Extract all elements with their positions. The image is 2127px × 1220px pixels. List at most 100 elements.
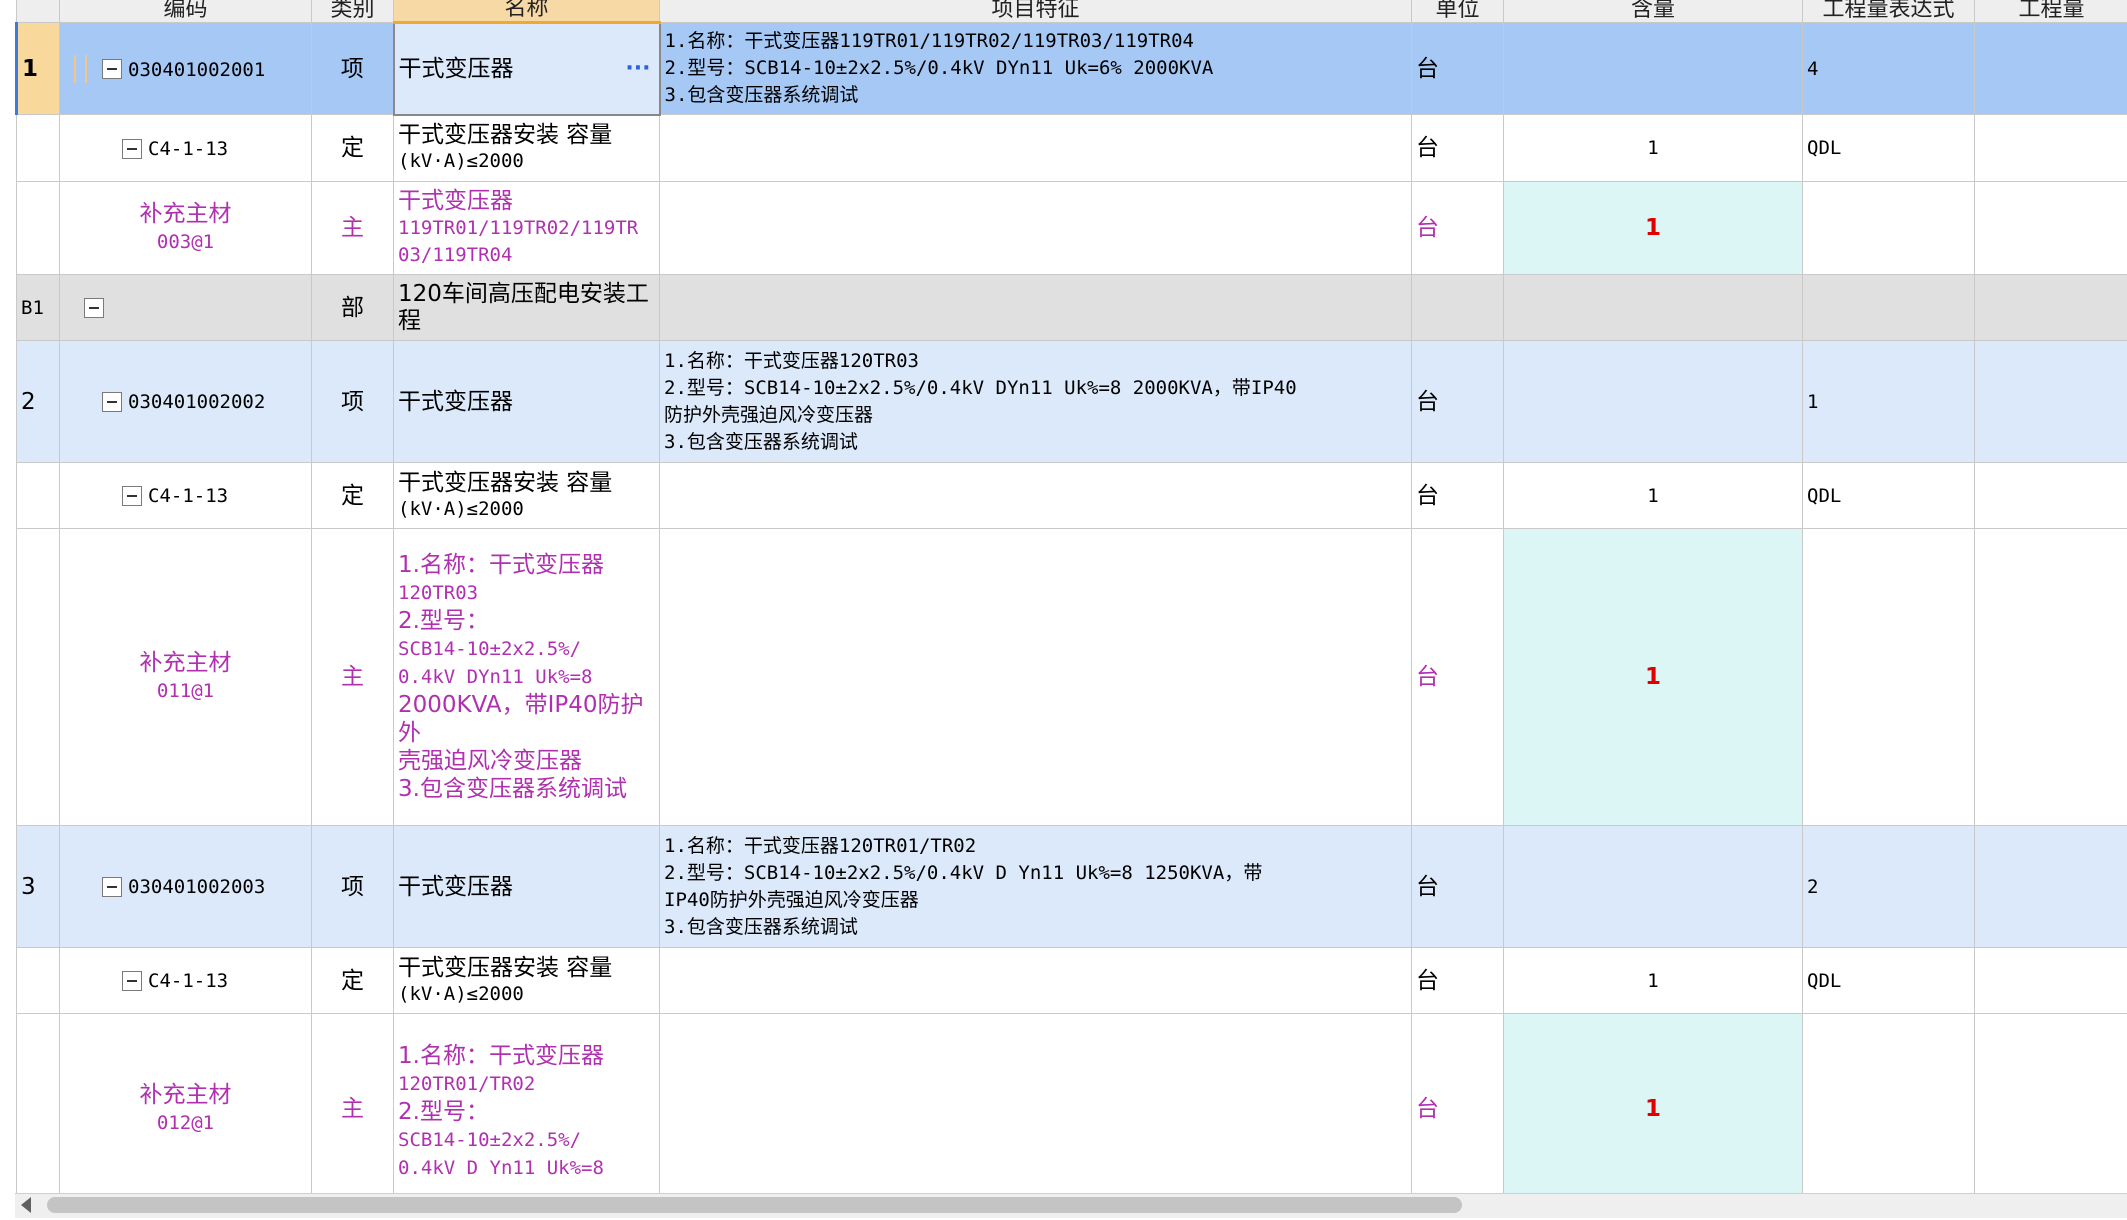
feature-cell[interactable]: 1.名称：干式变压器120TR03 2.型号：SCB14-10±2x2.5%/0… [659, 340, 1412, 463]
table-row[interactable]: 补充主材 011@1 主 1.名称：干式变压器 120TR03 2.型号： SC… [16, 528, 2127, 826]
quantity-cell[interactable] [1974, 825, 2127, 948]
code-cell[interactable]: 030401002001 [59, 22, 312, 115]
header-type[interactable]: 类别 [311, 0, 394, 23]
unit-cell[interactable]: 台 [1411, 340, 1504, 463]
table-row[interactable]: 3 030401002003 项 干式变压器 1.名称：干式变压器120TR01… [16, 825, 2127, 948]
feature-cell[interactable] [659, 274, 1412, 341]
feature-cell[interactable] [659, 114, 1412, 182]
name-cell[interactable]: 1.名称：干式变压器 120TR01/TR02 2.型号： SCB14-10±2… [393, 1013, 660, 1204]
type-cell[interactable]: 部 [311, 274, 394, 341]
code-cell[interactable] [59, 274, 312, 341]
collapse-toggle-icon[interactable] [84, 298, 104, 318]
unit-cell[interactable]: 台 [1411, 22, 1504, 115]
code-cell[interactable]: 补充主材 003@1 [59, 181, 312, 275]
type-cell[interactable]: 项 [311, 22, 394, 115]
quantity-cell[interactable] [1974, 1013, 2127, 1204]
table-row[interactable]: 2 030401002002 项 干式变压器 1.名称：干式变压器120TR03… [16, 340, 2127, 463]
quantity-cell[interactable] [1974, 947, 2127, 1014]
code-cell[interactable]: C4-1-13 [59, 462, 312, 529]
header-quantity[interactable]: 工程量 [1974, 0, 2127, 23]
expression-cell[interactable] [1802, 181, 1975, 275]
code-cell[interactable]: 030401002002 [59, 340, 312, 463]
content-cell[interactable]: 1 [1503, 528, 1803, 826]
scroll-left-arrow-icon[interactable] [21, 1197, 31, 1213]
content-cell[interactable] [1503, 825, 1803, 948]
header-content[interactable]: 含量 [1503, 0, 1803, 23]
content-cell[interactable]: 1 [1503, 114, 1803, 182]
name-cell[interactable]: 干式变压器安装 容量 (kV·A)≤2000 [393, 947, 660, 1014]
header-expression[interactable]: 工程量表达式 [1802, 0, 1975, 23]
collapse-toggle-icon[interactable] [102, 391, 122, 412]
name-cell[interactable]: 干式变压器 ··· [392, 21, 661, 116]
table-row[interactable]: C4-1-13 定 干式变压器安装 容量 (kV·A)≤2000 台 1 QDL [16, 114, 2127, 182]
unit-cell[interactable]: 台 [1411, 528, 1504, 826]
header-unit[interactable]: 单位 [1411, 0, 1504, 23]
name-cell[interactable]: 干式变压器 [393, 825, 660, 948]
header-code[interactable]: 编码 [59, 0, 312, 23]
feature-cell[interactable]: 1.名称：干式变压器119TR01/119TR02/119TR03/119TR0… [659, 22, 1412, 115]
content-cell[interactable]: 1 [1503, 181, 1803, 275]
feature-cell[interactable] [659, 947, 1412, 1014]
feature-cell[interactable]: 1.名称：干式变压器120TR01/TR02 2.型号：SCB14-10±2x2… [659, 825, 1412, 948]
collapse-toggle-icon[interactable] [122, 970, 142, 991]
unit-cell[interactable]: 台 [1411, 825, 1504, 948]
content-cell[interactable]: 1 [1503, 947, 1803, 1014]
header-feature[interactable]: 项目特征 [659, 0, 1412, 23]
type-cell[interactable]: 项 [311, 340, 394, 463]
type-cell[interactable]: 定 [311, 947, 394, 1014]
quantity-cell[interactable] [1974, 462, 2127, 529]
unit-cell[interactable]: 台 [1411, 181, 1504, 275]
quantity-cell[interactable] [1974, 22, 2127, 115]
table-row[interactable]: 补充主材 003@1 主 干式变压器 119TR01/119TR02/119TR… [16, 181, 2127, 275]
content-cell[interactable] [1503, 274, 1803, 341]
expression-cell[interactable] [1802, 528, 1975, 826]
unit-cell[interactable]: 台 [1411, 462, 1504, 529]
scrollbar-thumb[interactable] [47, 1197, 1462, 1213]
feature-cell[interactable] [659, 181, 1412, 275]
quantity-cell[interactable] [1974, 340, 2127, 463]
expression-cell[interactable]: 1 [1802, 340, 1975, 463]
content-cell[interactable]: 1 [1503, 462, 1803, 529]
type-cell[interactable]: 定 [311, 114, 394, 182]
unit-cell[interactable]: 台 [1411, 1013, 1504, 1204]
expression-cell[interactable]: 2 [1802, 825, 1975, 948]
name-cell[interactable]: 干式变压器 [393, 340, 660, 463]
content-cell[interactable] [1503, 340, 1803, 463]
collapse-toggle-icon[interactable] [102, 59, 122, 79]
quantity-cell[interactable] [1974, 274, 2127, 341]
type-cell[interactable]: 定 [311, 462, 394, 529]
quantity-cell[interactable] [1974, 528, 2127, 826]
collapse-toggle-icon[interactable] [102, 876, 122, 897]
code-cell[interactable]: 补充主材 011@1 [59, 528, 312, 826]
expression-cell[interactable]: 4 [1802, 22, 1975, 115]
expression-cell[interactable]: QDL [1802, 462, 1975, 529]
collapse-toggle-icon[interactable] [122, 485, 142, 506]
code-cell[interactable]: C4-1-13 [59, 947, 312, 1014]
quantity-cell[interactable] [1974, 181, 2127, 275]
expression-cell[interactable] [1802, 1013, 1975, 1204]
code-cell[interactable]: C4-1-13 [59, 114, 312, 182]
expression-cell[interactable] [1802, 274, 1975, 341]
name-cell[interactable]: 1.名称：干式变压器 120TR03 2.型号： SCB14-10±2x2.5%… [393, 528, 660, 826]
type-cell[interactable]: 主 [311, 528, 394, 826]
header-name[interactable]: 名称 [393, 0, 660, 24]
quantity-cell[interactable] [1974, 114, 2127, 182]
horizontal-scrollbar[interactable] [15, 1193, 2127, 1218]
feature-cell[interactable] [659, 1013, 1412, 1204]
name-cell[interactable]: 干式变压器 119TR01/119TR02/119TR 03/119TR04 [393, 181, 660, 275]
expression-cell[interactable]: QDL [1802, 947, 1975, 1014]
unit-cell[interactable]: 台 [1411, 947, 1504, 1014]
feature-cell[interactable] [659, 528, 1412, 826]
name-cell[interactable]: 干式变压器安装 容量 (kV·A)≤2000 [393, 114, 660, 182]
name-cell[interactable]: 120车间高压配电安装工 程 [393, 274, 660, 341]
feature-cell[interactable] [659, 462, 1412, 529]
content-cell[interactable]: 1 [1503, 1013, 1803, 1204]
collapse-toggle-icon[interactable] [122, 138, 142, 159]
code-cell[interactable]: 补充主材 012@1 [59, 1013, 312, 1204]
unit-cell[interactable] [1411, 274, 1504, 341]
code-cell[interactable]: 030401002003 [59, 825, 312, 948]
table-row[interactable]: 补充主材 012@1 主 1.名称：干式变压器 120TR01/TR02 2.型… [16, 1013, 2127, 1204]
type-cell[interactable]: 主 [311, 181, 394, 275]
expression-cell[interactable]: QDL [1802, 114, 1975, 182]
content-cell[interactable] [1503, 22, 1803, 115]
